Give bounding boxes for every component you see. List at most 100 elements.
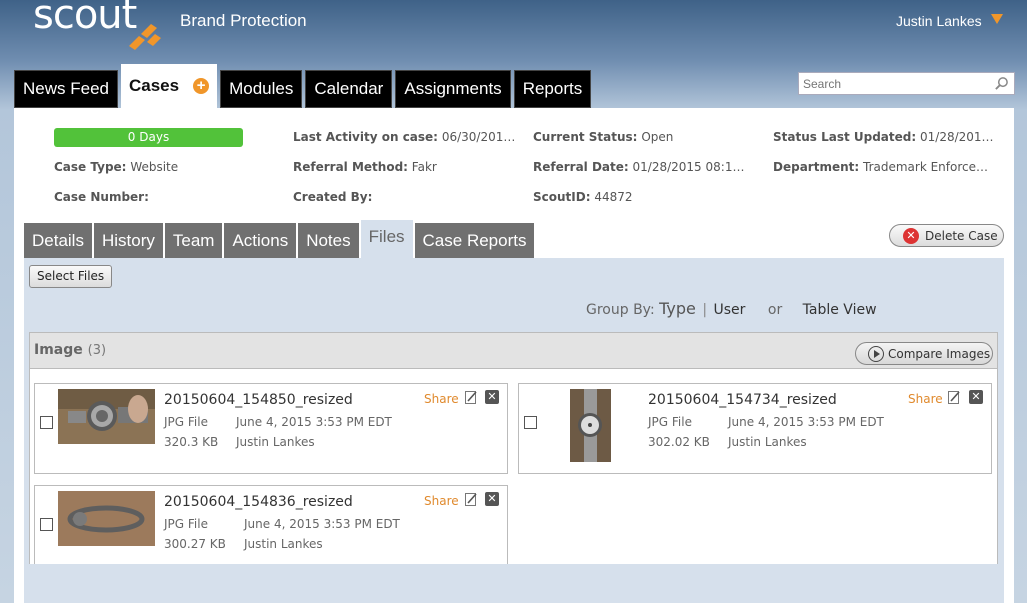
created-by-label: Created By: [293, 190, 373, 204]
edit-icon[interactable] [948, 390, 961, 404]
file-size: 300.27 KB [164, 537, 226, 551]
department-value: Trademark Enforce… [863, 160, 988, 174]
file-date: June 4, 2015 3:53 PM EDT [244, 517, 400, 531]
department-field: Department: Trademark Enforce… [773, 160, 988, 174]
file-card: 20150604_154734_resized JPG File June 4,… [518, 383, 992, 474]
last-activity-value: 06/30/201… [441, 130, 516, 144]
file-date: June 4, 2015 3:53 PM EDT [236, 415, 392, 429]
share-link[interactable]: Share [424, 494, 459, 508]
file-select-checkbox[interactable] [40, 416, 53, 429]
tab-modules[interactable]: Modules [220, 70, 303, 108]
delete-case-button[interactable]: ✕ Delete Case [889, 224, 1004, 247]
image-group-header: Image (3) Compare Images [30, 333, 997, 369]
scoutid-value: 44872 [594, 190, 633, 204]
logo-mark-icon [129, 24, 161, 50]
file-thumbnail-image[interactable] [58, 389, 155, 444]
current-status-label: Current Status: [533, 130, 638, 144]
table-view-link[interactable]: Table View [803, 302, 877, 318]
image-group-section: Image (3) Compare Images 20150604_154850… [29, 332, 998, 603]
tab-case-reports[interactable]: Case Reports [414, 223, 535, 258]
file-user: Justin Lankes [728, 435, 807, 449]
referral-date-field: Referral Date: 01/28/2015 08:1… [533, 160, 744, 174]
files-footer-strip [29, 564, 998, 603]
file-name[interactable]: 20150604_154734_resized [648, 392, 837, 408]
delete-case-label: Delete Case [925, 228, 998, 243]
status-updated-value: 01/28/201… [920, 130, 994, 144]
tab-actions[interactable]: Actions [224, 223, 297, 258]
select-files-button[interactable]: Select Files [29, 265, 113, 288]
case-panel: 0 Days Last Activity on case: 06/30/201…… [14, 108, 1014, 603]
tab-news-feed[interactable]: News Feed [14, 70, 118, 108]
case-type-field: Case Type: Website [54, 160, 178, 174]
tab-team[interactable]: Team [164, 223, 223, 258]
file-type: JPG File [648, 415, 692, 429]
file-name[interactable]: 20150604_154850_resized [164, 392, 353, 408]
case-sub-tabs: Details History Team Actions Notes Files… [24, 220, 535, 258]
remove-file-icon[interactable]: ✕ [969, 390, 983, 404]
add-case-plus-icon[interactable]: + [193, 78, 210, 94]
files-area: Select Files Group By: Type | User or Ta… [24, 258, 1004, 603]
file-type: JPG File [164, 517, 208, 531]
file-card: 20150604_154836_resized JPG File June 4,… [34, 485, 508, 576]
group-by-type-link[interactable]: Type [659, 299, 696, 318]
case-number-label: Case Number: [54, 190, 149, 204]
created-by-field: Created By: [293, 190, 372, 204]
group-by-separator: | [702, 302, 708, 318]
share-link[interactable]: Share [908, 392, 943, 406]
edit-icon[interactable] [465, 492, 478, 506]
search-box [798, 72, 1015, 95]
image-group-title: Image (3) [34, 342, 106, 358]
file-name[interactable]: 20150604_154836_resized [164, 494, 353, 510]
tab-cases[interactable]: Cases + [120, 64, 218, 108]
tab-calendar[interactable]: Calendar [305, 70, 393, 108]
image-group-label: Image [34, 342, 83, 358]
user-menu-name[interactable]: Justin Lankes [896, 13, 982, 29]
compare-images-label: Compare Images [888, 346, 991, 361]
file-user: Justin Lankes [244, 537, 323, 551]
image-group-count: (3) [87, 343, 107, 358]
tab-history[interactable]: History [93, 223, 163, 258]
tab-notes[interactable]: Notes [298, 223, 359, 258]
file-select-checkbox[interactable] [40, 518, 53, 531]
search-input[interactable] [799, 73, 984, 95]
last-activity-label: Last Activity on case: [293, 130, 438, 144]
logo-text: scout [33, 0, 137, 38]
current-status-field: Current Status: Open [533, 130, 673, 144]
tab-files[interactable]: Files [360, 220, 413, 258]
file-thumbnail-image[interactable] [570, 389, 611, 462]
tab-cases-label: Cases [128, 76, 180, 95]
scoutid-field: ScoutID: 44872 [533, 190, 633, 204]
last-activity-field: Last Activity on case: 06/30/201… [293, 130, 515, 144]
edit-icon[interactable] [465, 390, 478, 404]
status-updated-label: Status Last Updated: [773, 130, 917, 144]
file-card: 20150604_154850_resized JPG File June 4,… [34, 383, 508, 474]
scout-logo[interactable]: scout [33, 0, 173, 52]
file-type: JPG File [164, 415, 208, 429]
scoutid-label: ScoutID: [533, 190, 591, 204]
referral-method-field: Referral Method: Fakr [293, 160, 437, 174]
main-nav-tabs: News Feed Cases + Modules Calendar Assig… [14, 64, 592, 108]
search-icon[interactable] [994, 76, 1009, 91]
group-by-control: Group By: Type | User or Table View [586, 299, 877, 318]
group-by-label: Group By: [586, 302, 655, 318]
remove-file-icon[interactable]: ✕ [485, 492, 499, 506]
group-by-or: or [767, 302, 783, 318]
case-type-label: Case Type: [54, 160, 127, 174]
referral-date-label: Referral Date: [533, 160, 629, 174]
remove-file-icon[interactable]: ✕ [485, 390, 499, 404]
file-thumbnail-image[interactable] [58, 491, 155, 546]
user-menu-caret-icon[interactable] [991, 14, 1003, 24]
compare-images-button[interactable]: Compare Images [855, 342, 993, 365]
play-icon [868, 345, 884, 362]
group-by-user-link[interactable]: User [714, 302, 746, 318]
app-title: Brand Protection [180, 11, 307, 30]
tab-details[interactable]: Details [24, 223, 92, 258]
share-link[interactable]: Share [424, 392, 459, 406]
tab-reports[interactable]: Reports [513, 70, 592, 108]
department-label: Department: [773, 160, 860, 174]
file-select-checkbox[interactable] [524, 416, 537, 429]
file-date: June 4, 2015 3:53 PM EDT [728, 415, 884, 429]
file-user: Justin Lankes [236, 435, 315, 449]
days-open-badge: 0 Days [54, 128, 243, 147]
tab-assignments[interactable]: Assignments [395, 70, 511, 108]
